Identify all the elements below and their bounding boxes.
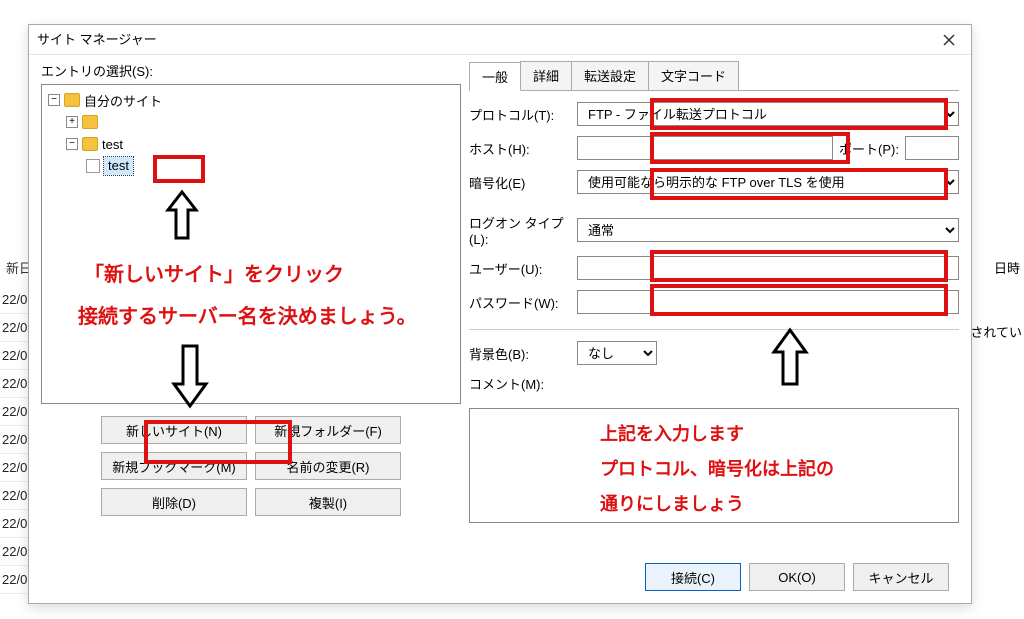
- folder-icon: [82, 115, 98, 129]
- dialog-title: サイト マネージャー: [37, 25, 157, 55]
- settings-tabs: 一般 詳細 転送設定 文字コード: [469, 61, 959, 91]
- expand-icon[interactable]: +: [66, 116, 78, 128]
- site-manager-dialog: サイト マネージャー エントリの選択(S): − 自分のサイト + −: [28, 24, 972, 604]
- folder-icon: [64, 93, 80, 107]
- protocol-select[interactable]: FTP - ファイル転送プロトコル: [577, 102, 959, 126]
- tree-root-label: 自分のサイト: [84, 91, 162, 110]
- entry-selection-label: エントリの選択(S):: [41, 61, 461, 80]
- new-folder-button[interactable]: 新規フォルダー(F): [255, 416, 401, 444]
- port-label: ポート(P):: [839, 139, 899, 158]
- dialog-footer-buttons: 接続(C) OK(O) キャンセル: [645, 563, 949, 591]
- right-pane: 一般 詳細 転送設定 文字コード プロトコル(T): FTP - ファイル転送プ…: [461, 61, 959, 603]
- site-icon: [86, 159, 100, 173]
- rename-button[interactable]: 名前の変更(R): [255, 452, 401, 480]
- bgcolor-select[interactable]: なし: [577, 341, 657, 365]
- cancel-button[interactable]: キャンセル: [853, 563, 949, 591]
- tab-transfer[interactable]: 転送設定: [571, 61, 649, 90]
- dialog-titlebar: サイト マネージャー: [29, 25, 971, 55]
- tab-detail[interactable]: 詳細: [520, 61, 572, 90]
- ok-button[interactable]: OK(O): [749, 563, 845, 591]
- tree-item-test-folder[interactable]: − test: [66, 133, 454, 155]
- close-button[interactable]: [935, 30, 963, 50]
- collapse-icon[interactable]: −: [66, 138, 78, 150]
- connect-button[interactable]: 接続(C): [645, 563, 741, 591]
- comment-textarea[interactable]: [469, 408, 959, 523]
- user-label: ユーザー(U):: [469, 259, 577, 278]
- tab-general[interactable]: 一般: [469, 62, 521, 91]
- encryption-select[interactable]: 使用可能なら明示的な FTP over TLS を使用: [577, 170, 959, 194]
- delete-button[interactable]: 削除(D): [101, 488, 247, 516]
- comment-label: コメント(M):: [469, 374, 577, 393]
- bg-header-right: 日時: [994, 258, 1020, 277]
- left-pane: エントリの選択(S): − 自分のサイト + − test: [41, 61, 461, 603]
- tab-charset[interactable]: 文字コード: [648, 61, 739, 90]
- logon-type-label: ログオン タイプ(L):: [469, 213, 577, 247]
- host-input[interactable]: [577, 136, 833, 160]
- password-input[interactable]: [577, 290, 959, 314]
- tree-item-label: test: [102, 137, 123, 152]
- host-label: ホスト(H):: [469, 139, 577, 158]
- encryption-label: 暗号化(E): [469, 173, 577, 192]
- separator: [469, 329, 959, 330]
- logon-type-select[interactable]: 通常: [577, 218, 959, 242]
- site-tree[interactable]: − 自分のサイト + − test test: [41, 84, 461, 404]
- new-bookmark-button[interactable]: 新規ブックマーク(M): [101, 452, 247, 480]
- tree-item-row[interactable]: +: [66, 111, 454, 133]
- password-label: パスワード(W):: [469, 293, 577, 312]
- left-button-grid: 新しいサイト(N) 新規フォルダー(F) 新規ブックマーク(M) 名前の変更(R…: [41, 416, 461, 516]
- bgcolor-label: 背景色(B):: [469, 344, 577, 363]
- port-input[interactable]: [905, 136, 959, 160]
- tree-root-row[interactable]: − 自分のサイト: [48, 89, 454, 111]
- tree-selected-label[interactable]: test: [104, 157, 133, 175]
- close-icon: [943, 34, 955, 46]
- duplicate-button[interactable]: 複製(I): [255, 488, 401, 516]
- protocol-label: プロトコル(T):: [469, 105, 577, 124]
- folder-icon: [82, 137, 98, 151]
- user-input[interactable]: [577, 256, 959, 280]
- new-site-button[interactable]: 新しいサイト(N): [101, 416, 247, 444]
- collapse-icon[interactable]: −: [48, 94, 60, 106]
- tree-item-test-site[interactable]: test: [86, 155, 454, 177]
